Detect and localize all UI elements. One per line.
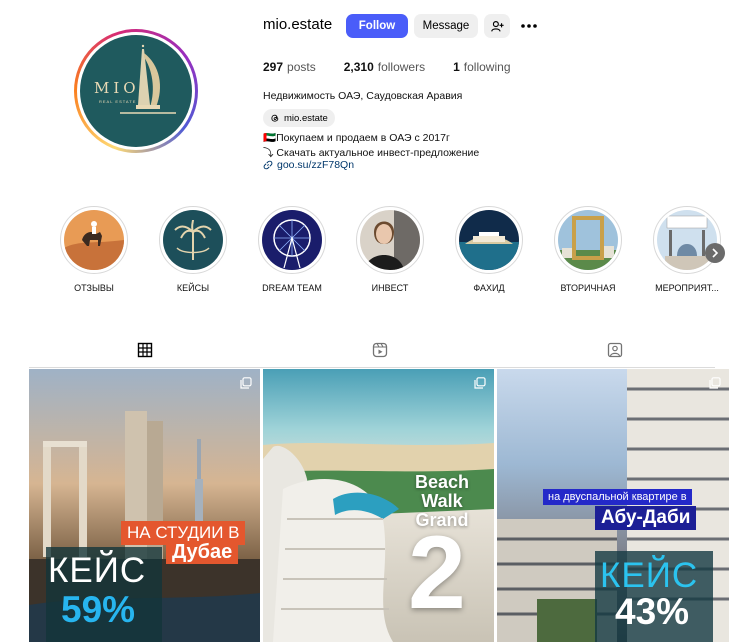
following-label: following <box>463 60 511 74</box>
palm-island-thumbnail-icon <box>163 210 223 270</box>
avatar-border: MIO REAL ESTATE <box>77 32 195 150</box>
highlight-reviews[interactable]: ОТЗЫВЫ <box>58 206 130 293</box>
threads-icon <box>271 114 279 122</box>
ferris-wheel-thumbnail-icon <box>262 210 322 270</box>
carousel-icon <box>474 377 486 389</box>
avatar: MIO REAL ESTATE <box>80 35 192 147</box>
highlight-ring <box>653 206 721 274</box>
more-options-button[interactable] <box>516 14 542 38</box>
dubai-frame-thumbnail-icon <box>558 210 618 270</box>
following-stat[interactable]: 1 following <box>453 60 510 74</box>
bio-title: Недвижимость ОАЭ, Саудовская Аравия <box>263 90 463 102</box>
grid-icon <box>137 342 153 358</box>
post-city-text: Дубае <box>166 541 239 564</box>
posts-count: 297 <box>263 60 284 74</box>
more-dots-icon <box>521 24 537 28</box>
highlight-ring <box>60 206 128 274</box>
highlight-cases[interactable]: КЕЙСЫ <box>157 206 229 293</box>
profile-stats: 297 posts 2,310 followers 1 following <box>263 60 539 74</box>
post-tag-text: на двуспальной квартире в <box>543 489 692 505</box>
island-thumbnail-icon <box>459 210 519 270</box>
highlight-ring <box>554 206 622 274</box>
highlight-dream-team[interactable]: DREAM TEAM <box>256 206 328 293</box>
post-city-text: Абу-Даби <box>595 506 697 530</box>
followers-count: 2,310 <box>343 60 374 74</box>
highlight-secondary[interactable]: ВТОРИЧНАЯ <box>552 206 624 293</box>
carousel-icon <box>240 377 252 389</box>
posts-stat: 297 posts <box>263 60 316 74</box>
followers-label: followers <box>377 60 426 74</box>
follow-button[interactable]: Follow <box>346 14 408 38</box>
highlight-ring <box>159 206 227 274</box>
post-tile[interactable]: НА СТУДИИ В Дубае КЕЙС 59% <box>29 369 260 642</box>
highlight-label: ИНВЕСТ <box>371 283 409 293</box>
highlight-label: ВТОРИЧНАЯ <box>560 283 616 293</box>
tab-posts[interactable] <box>121 342 169 368</box>
post-percent-text: 59% <box>61 589 136 630</box>
post-tile[interactable]: на двуспальной квартире в Абу-Даби КЕЙС … <box>497 369 729 642</box>
tab-tagged[interactable] <box>591 342 639 368</box>
highlight-invest[interactable]: ИНВЕСТ <box>354 206 426 293</box>
threads-link[interactable]: mio.estate <box>263 109 335 127</box>
followers-stat[interactable]: 2,310 followers <box>344 60 425 74</box>
reels-icon <box>372 342 388 358</box>
person-thumbnail-icon <box>360 210 420 270</box>
camel-thumbnail-icon <box>64 210 124 270</box>
post-title-line: Walk <box>421 491 463 511</box>
profile-username: mio.estate <box>263 16 333 33</box>
highlight-fahid[interactable]: ФАХИД <box>453 206 525 293</box>
post-headline-text: КЕЙС <box>48 551 147 590</box>
chevron-right-icon <box>712 248 719 258</box>
post-title-line: Beach <box>415 472 470 492</box>
carousel-icon <box>709 377 721 389</box>
highlight-ring <box>356 206 424 274</box>
highlight-ring <box>258 206 326 274</box>
post-percent-text: 43% <box>615 591 690 632</box>
avatar-brand-subtext: REAL ESTATE <box>99 99 137 104</box>
bio-line: 🇦🇪Покупаем и продаем в ОАЭ с 2017г <box>263 132 450 144</box>
highlight-label: МЕРОПРИЯТ... <box>655 283 719 293</box>
post-number-text: 2 <box>408 515 466 631</box>
following-count: 1 <box>453 60 460 74</box>
add-user-icon <box>490 20 504 32</box>
posts-label: posts <box>287 60 316 74</box>
highlight-label: ФАХИД <box>473 283 505 293</box>
bio-link-text: goo.su/zzF78Qn <box>277 159 355 171</box>
bio-line: ⤵ Скачать актуальное инвест-предложение <box>263 147 480 159</box>
message-button[interactable]: Message <box>414 14 478 38</box>
tabs-divider <box>29 367 715 368</box>
avatar-brand-text: MIO <box>94 79 140 97</box>
post-tile[interactable]: Beach Walk Grand 2 <box>263 369 494 642</box>
highlight-ring <box>455 206 523 274</box>
highlights-next-button[interactable] <box>705 243 725 263</box>
threads-handle: mio.estate <box>284 112 328 124</box>
link-icon <box>263 160 273 170</box>
bio-link[interactable]: goo.su/zzF78Qn <box>263 159 354 171</box>
suggested-users-button[interactable] <box>484 14 510 38</box>
tab-reels[interactable] <box>356 342 404 368</box>
post-headline-text: КЕЙС <box>600 556 699 595</box>
highlight-label: DREAM TEAM <box>262 283 322 293</box>
highlight-label: КЕЙСЫ <box>176 283 210 293</box>
profile-avatar-ring[interactable]: MIO REAL ESTATE <box>74 29 198 153</box>
highlight-label: ОТЗЫВЫ <box>74 283 114 293</box>
tagged-icon <box>607 342 623 358</box>
